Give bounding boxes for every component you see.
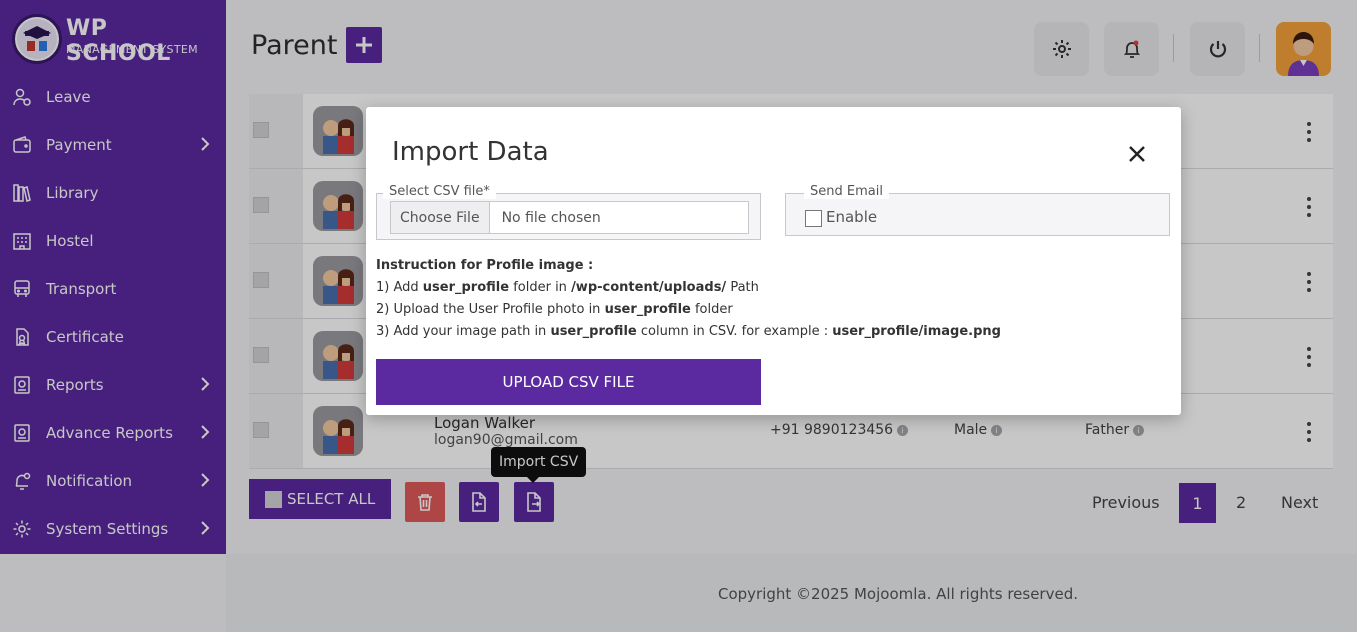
instructions-title: Instruction for Profile image : bbox=[376, 258, 593, 273]
instruction-text: folder in bbox=[509, 280, 572, 295]
instruction-text: folder bbox=[690, 302, 733, 317]
upload-csv-button[interactable]: UPLOAD CSV FILE bbox=[376, 359, 761, 405]
instruction-text: 1) Add bbox=[376, 280, 423, 295]
instruction-line-3: 3) Add your image path in user_profile c… bbox=[376, 324, 1001, 339]
csv-file-legend: Select CSV file* bbox=[383, 184, 496, 199]
instruction-bold: user_profile bbox=[550, 324, 637, 339]
csv-file-input[interactable]: Choose File No file chosen bbox=[390, 201, 749, 234]
send-email-legend: Send Email bbox=[804, 184, 889, 199]
instruction-bold: /wp-content/uploads/ bbox=[571, 280, 727, 295]
csv-file-fieldset: Select CSV file* Choose File No file cho… bbox=[376, 184, 761, 240]
instruction-text: Path bbox=[726, 280, 759, 295]
instruction-text: 2) Upload the User Profile photo in bbox=[376, 302, 605, 317]
enable-email-label[interactable]: Enable bbox=[826, 208, 877, 226]
instruction-line-1: 1) Add user_profile folder in /wp-conten… bbox=[376, 280, 759, 295]
instruction-line-2: 2) Upload the User Profile photo in user… bbox=[376, 302, 733, 317]
instruction-text: column in CSV. for example : bbox=[636, 324, 833, 339]
instruction-bold: user_profile bbox=[422, 280, 510, 295]
send-email-fieldset: Send Email Enable bbox=[785, 184, 1170, 236]
instruction-bold: user_profile bbox=[604, 302, 691, 317]
choose-file-button[interactable]: Choose File bbox=[391, 202, 490, 233]
close-icon[interactable] bbox=[1126, 143, 1148, 165]
instruction-text: 3) Add your image path in bbox=[376, 324, 551, 339]
instruction-bold: user_profile/image.png bbox=[832, 324, 1001, 339]
enable-email-checkbox[interactable] bbox=[805, 210, 822, 227]
import-data-modal: Import Data Select CSV file* Choose File… bbox=[366, 107, 1181, 415]
modal-title: Import Data bbox=[392, 137, 549, 167]
file-status-text: No file chosen bbox=[501, 209, 601, 226]
instructions-title-text: Instruction for Profile image : bbox=[376, 258, 594, 273]
